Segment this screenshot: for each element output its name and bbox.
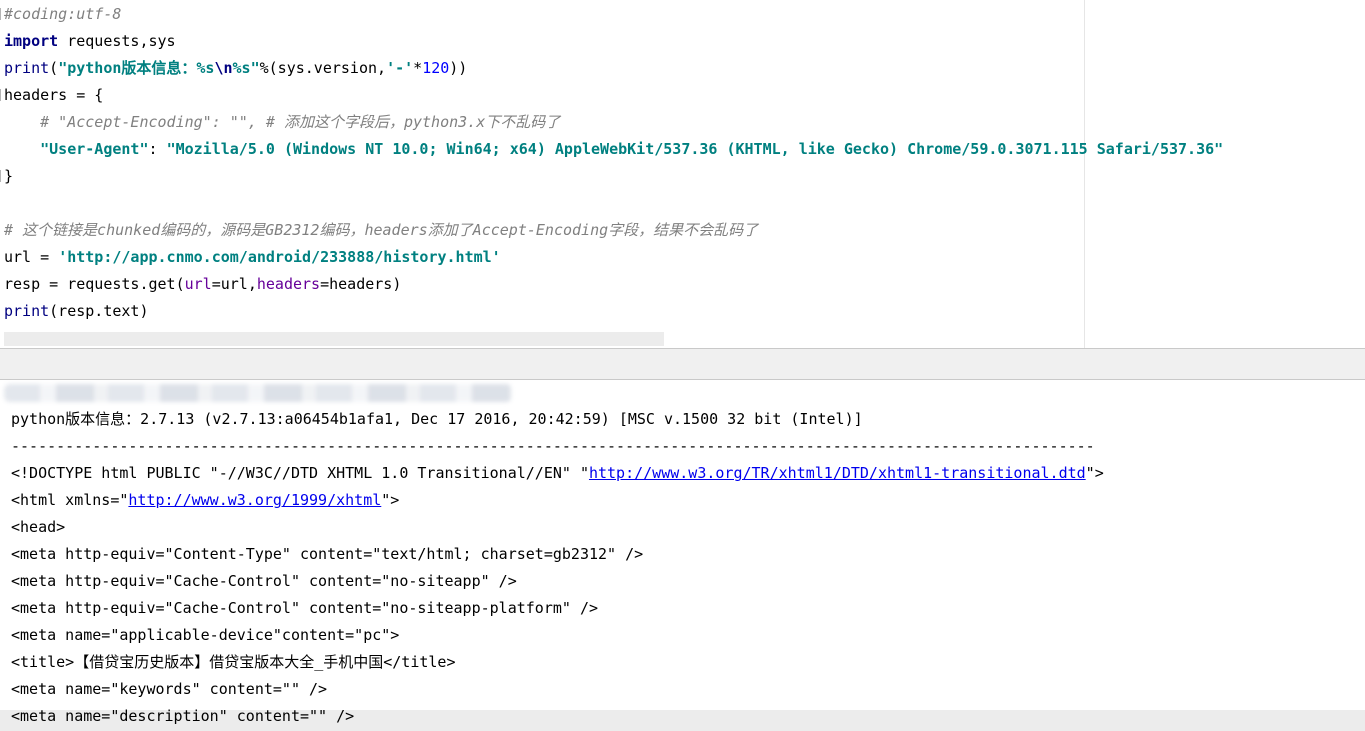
output-line: <meta http-equiv="Cache-Control" content… — [11, 595, 1104, 622]
code-text: )) — [449, 59, 468, 77]
output-line: <head> — [11, 514, 1104, 541]
output-text: <meta http-equiv="Cache-Control" content… — [11, 599, 598, 617]
code-line-1: #coding:utf-8 — [4, 1, 1223, 28]
code-text: =headers) — [320, 275, 402, 293]
output-text: ----------------------------------------… — [11, 437, 1095, 455]
escape-sequence: \n — [214, 59, 233, 77]
output-line: <html xmlns="http://www.w3.org/1999/xhtm… — [11, 487, 1104, 514]
code-line-2: import requests,sys — [4, 28, 1223, 55]
panel-divider[interactable] — [0, 348, 1365, 380]
code-text: =url, — [211, 275, 257, 293]
string-literal: '-' — [386, 59, 414, 77]
output-text: <title>【借贷宝历史版本】借贷宝版本大全_手机中国</title> — [11, 653, 456, 671]
builtin: print — [4, 59, 50, 77]
xmlns-link[interactable]: http://www.w3.org/1999/xhtml — [128, 491, 381, 509]
code-text: resp = requests.get( — [4, 275, 185, 293]
output-line: <meta name="description" content="" /> — [11, 703, 354, 730]
code-text: (resp.text) — [49, 302, 149, 320]
code-text: %(sys.version, — [259, 59, 387, 77]
code-line-3: print("python版本信息：%s\n%s"%(sys.version,'… — [4, 55, 1223, 82]
code-editor[interactable]: #coding:utf-8 import requests,sys print(… — [0, 0, 1365, 348]
comment: # 这个链接是chunked编码的，源码是GB2312编码，headers添加了… — [4, 221, 759, 239]
output-line: <meta name="keywords" content="" /> — [11, 676, 1104, 703]
console-output[interactable]: python版本信息：2.7.13 (v2.7.13:a06454b1afa1,… — [11, 406, 1104, 703]
output-line: <title>【借贷宝历史版本】借贷宝版本大全_手机中国</title> — [11, 649, 1104, 676]
output-text: <meta name="applicable-device"content="p… — [11, 626, 400, 644]
builtin: print — [4, 302, 50, 320]
code-text: ( — [49, 59, 59, 77]
code-line-7: } — [4, 163, 1223, 190]
code-line-9: # 这个链接是chunked编码的，源码是GB2312编码，headers添加了… — [4, 217, 1223, 244]
code-line-11: resp = requests.get(url=url,headers=head… — [4, 271, 1223, 298]
code-lines[interactable]: #coding:utf-8 import requests,sys print(… — [4, 0, 1223, 325]
string-literal: %s" — [232, 59, 260, 77]
output-text: python版本信息：2.7.13 (v2.7.13:a06454b1afa1,… — [11, 410, 863, 428]
dtd-link[interactable]: http://www.w3.org/TR/xhtml1/DTD/xhtml1-t… — [589, 464, 1086, 482]
output-text: <meta name="description" content="" /> — [11, 707, 355, 725]
code-text: headers = { — [4, 86, 104, 104]
code-line-12: print(resp.text) — [4, 298, 1223, 325]
string-literal: 'http://app.cnmo.com/android/233888/hist… — [58, 248, 501, 266]
output-line: python版本信息：2.7.13 (v2.7.13:a06454b1afa1,… — [11, 406, 1104, 433]
code-line-10: url = 'http://app.cnmo.com/android/23388… — [4, 244, 1223, 271]
output-line: <meta http-equiv="Content-Type" content=… — [11, 541, 1104, 568]
keyword-argument: headers — [256, 275, 321, 293]
comment: #coding:utf-8 — [4, 5, 122, 23]
code-text: requests,sys — [58, 32, 176, 50]
code-text: url = — [4, 248, 59, 266]
code-line-4: headers = { — [4, 82, 1223, 109]
code-text: } — [4, 167, 14, 185]
output-text: <html xmlns=" — [11, 491, 129, 509]
output-line: <!DOCTYPE html PUBLIC "-//W3C//DTD XHTML… — [11, 460, 1104, 487]
code-line-5: # "Accept-Encoding": "", # 添加这个字段后，pytho… — [4, 109, 1223, 136]
output-text: <meta http-equiv="Content-Type" content=… — [11, 545, 644, 563]
keyword-argument: url — [184, 275, 212, 293]
string-literal: "python版本信息：%s — [58, 59, 215, 77]
number-literal: 120 — [422, 59, 450, 77]
code-line-6: "User-Agent": "Mozilla/5.0 (Windows NT 1… — [4, 136, 1223, 163]
keyword: import — [4, 32, 59, 50]
blurred-run-path — [4, 384, 512, 402]
output-text: "> — [381, 491, 400, 509]
output-text: <meta name="keywords" content="" /> — [11, 680, 328, 698]
string-literal: "Mozilla/5.0 (Windows NT 10.0; Win64; x6… — [166, 140, 1224, 158]
output-text: <meta http-equiv="Cache-Control" content… — [11, 572, 517, 590]
output-text: "> — [1085, 464, 1104, 482]
horizontal-scrollbar[interactable] — [4, 332, 664, 346]
string-literal: "User-Agent" — [40, 140, 149, 158]
output-text: <head> — [11, 518, 66, 536]
operator: * — [413, 59, 423, 77]
comment: # "Accept-Encoding": "", # 添加这个字段后，pytho… — [40, 113, 561, 131]
output-text: <!DOCTYPE html PUBLIC "-//W3C//DTD XHTML… — [11, 464, 589, 482]
output-line: <meta http-equiv="Cache-Control" content… — [11, 568, 1104, 595]
output-line: ----------------------------------------… — [11, 433, 1104, 460]
output-line: <meta name="applicable-device"content="p… — [11, 622, 1104, 649]
code-text: : — [148, 140, 167, 158]
